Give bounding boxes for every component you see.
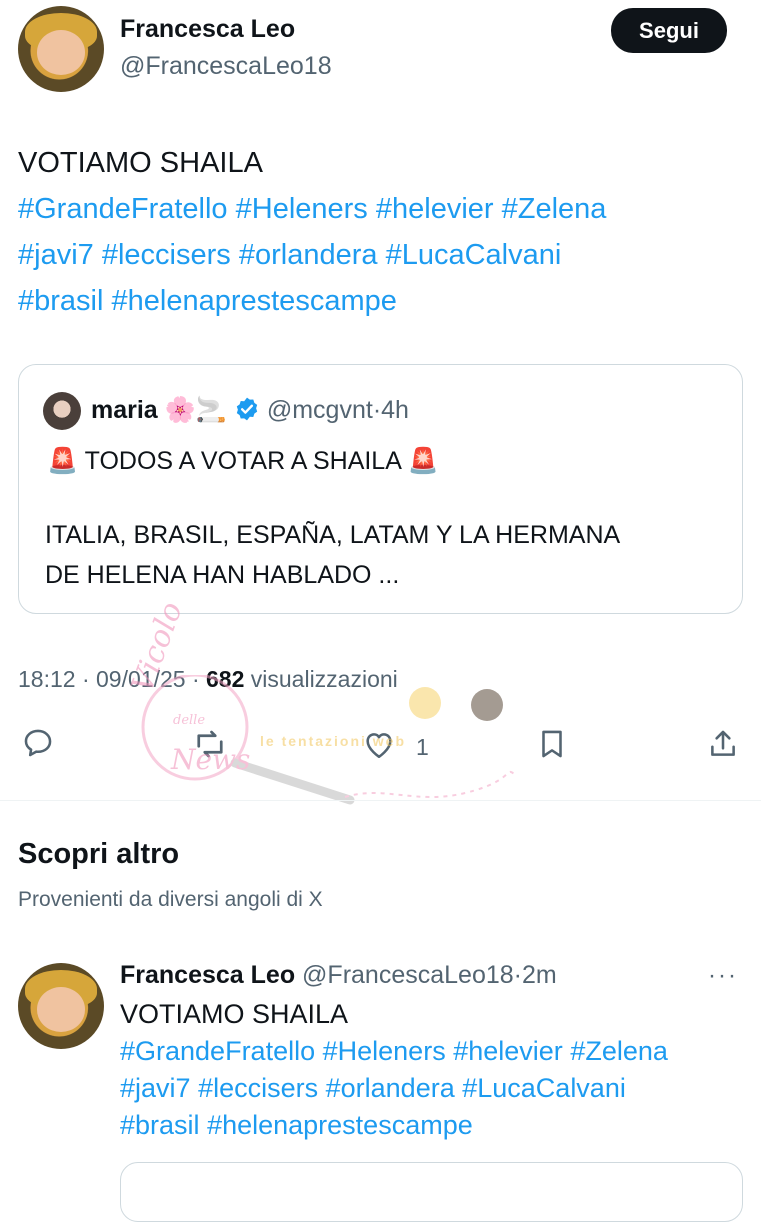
meta-separator: · [513,961,522,989]
discover-subtitle: Provenienti da diversi angoli di X [18,888,323,911]
quoted-post-time[interactable]: 4h [381,396,409,424]
hashtag-link[interactable]: #helevier [376,193,494,225]
post-text: VOTIAMO SHAILA #GrandeFratello #Heleners… [18,140,743,324]
author-avatar[interactable] [18,6,104,92]
post-meta: 18:12 · 09/01/25 · 682 visualizzazioni [18,666,398,693]
reply-icon[interactable] [21,726,55,760]
post2-text: VOTIAMO SHAILA #GrandeFratello #Heleners… [120,996,750,1144]
post2-author-avatar[interactable] [18,963,104,1049]
post2-time[interactable]: 2m [522,961,557,989]
quoted-author-avatar[interactable] [43,392,81,430]
share-icon[interactable] [706,726,740,762]
author-handle[interactable]: @FrancescaLeo18 [120,52,332,81]
watermark-overlay: Vicolo delle News le tentazioni web [85,597,525,810]
hashtag-link[interactable]: #leccisers [102,239,231,271]
quoted-post-card[interactable]: maria 🌸🚬 @mcgvnt·4h 🚨 TODOS A VOTAR A SH… [18,364,743,614]
quoted-headline: TODOS A VOTAR A SHAILA [84,447,401,475]
hashtag-link[interactable]: #GrandeFratello [18,193,228,225]
hashtag-link[interactable]: #GrandeFratello [120,1036,315,1066]
hashtag-link[interactable]: #brasil [120,1110,200,1140]
discover-title: Scopri altro [18,838,180,870]
quoted-author-name[interactable]: maria [91,396,158,424]
hashtag-row: #javi7 #leccisers #orlandera #LucaCalvan… [120,1070,750,1107]
quoted-author-row: maria 🌸🚬 @mcgvnt·4h [91,396,409,425]
post-time[interactable]: 18:12 [18,666,76,692]
hashtag-row: #GrandeFratello #Heleners #helevier #Zel… [18,186,743,232]
post-date[interactable]: 09/01/25 [96,666,186,692]
hashtag-link[interactable]: #orlandera [326,1073,455,1103]
more-options-icon[interactable]: ··· [708,962,738,990]
quoted-author-handle[interactable]: @mcgvnt [267,396,373,424]
like-icon[interactable] [362,728,396,760]
siren-emoji-icon: 🚨 [407,447,439,475]
meta-separator: · [81,666,90,692]
hashtag-link[interactable]: #brasil [18,285,103,317]
repost-icon[interactable] [192,726,228,762]
hashtag-link[interactable]: #helenaprestescampe [112,285,397,317]
quoted-body-line: ITALIA, BRASIL, ESPAÑA, LATAM Y LA HERMA… [45,521,621,549]
hashtag-link[interactable]: #Zelena [570,1036,668,1066]
hashtag-link[interactable]: #javi7 [120,1073,191,1103]
hashtag-link[interactable]: #Heleners [236,193,368,225]
hashtag-link[interactable]: #leccisers [198,1073,318,1103]
hashtag-link[interactable]: #javi7 [18,239,94,271]
views-label: visualizzazioni [250,666,398,692]
verified-badge-icon [234,396,260,422]
quoted-author-emojis: 🌸🚬 [164,396,227,424]
meta-separator: · [191,666,200,692]
author-name[interactable]: Francesca Leo [120,15,295,44]
post-text-line: VOTIAMO SHAILA [18,147,263,179]
post2-author-handle[interactable]: @FrancescaLeo18 [302,961,514,989]
meta-separator: · [372,396,382,424]
quoted-body-line: DE HELENA HAN HABLADO ... [45,561,400,589]
hashtag-row: #brasil #helenaprestescampe [18,278,743,324]
follow-button[interactable]: Segui [611,8,727,53]
bookmark-icon[interactable] [535,726,569,762]
hashtag-row: #GrandeFratello #Heleners #helevier #Zel… [120,1033,750,1070]
hashtag-link[interactable]: #Heleners [323,1036,446,1066]
hashtag-row: #javi7 #leccisers #orlandera #LucaCalvan… [18,232,743,278]
hashtag-link[interactable]: #LucaCalvani [386,239,562,271]
hashtag-link[interactable]: #orlandera [239,239,378,271]
views-count: 682 [206,666,245,692]
hashtag-link[interactable]: #helenaprestescampe [207,1110,473,1140]
section-divider [0,800,761,801]
post2-header: Francesca Leo @FrancescaLeo18·2m [120,961,557,990]
hashtag-link[interactable]: #LucaCalvani [462,1073,626,1103]
post2-author-name[interactable]: Francesca Leo [120,961,295,989]
post2-quoted-card[interactable] [120,1162,743,1222]
siren-emoji-icon: 🚨 [47,447,79,475]
hashtag-row: #brasil #helenaprestescampe [120,1107,750,1144]
hashtag-link[interactable]: #Zelena [502,193,607,225]
like-count: 1 [416,734,429,760]
quoted-headline-row: 🚨 TODOS A VOTAR A SHAILA 🚨 [47,447,439,476]
hashtag-link[interactable]: #helevier [453,1036,563,1066]
post-text-line: VOTIAMO SHAILA [120,999,349,1029]
